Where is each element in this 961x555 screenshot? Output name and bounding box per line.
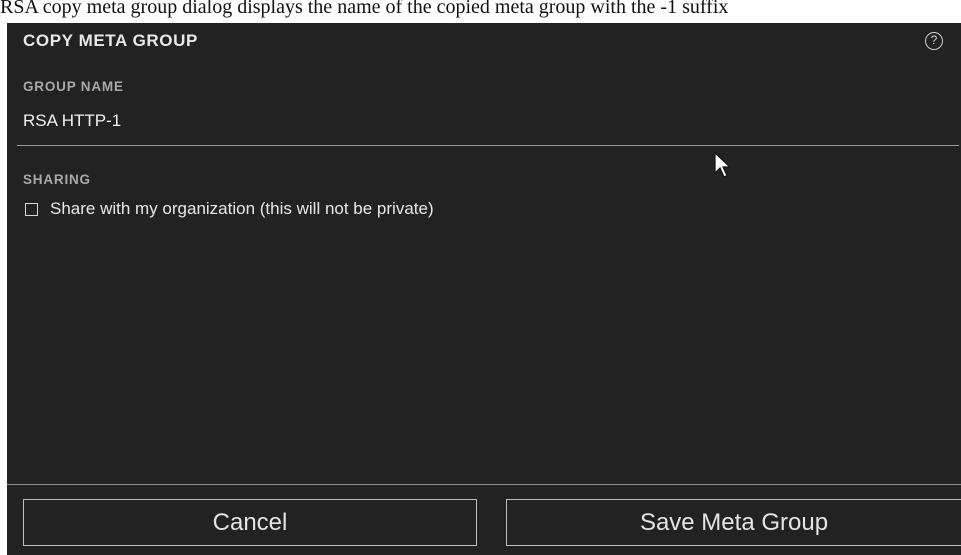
copy-meta-group-dialog: COPY META GROUP ? GROUP NAME SHARING Sha… xyxy=(7,23,961,555)
group-name-input[interactable] xyxy=(17,105,959,146)
help-icon[interactable]: ? xyxy=(925,32,943,50)
dialog-title: COPY META GROUP xyxy=(23,31,198,50)
share-checkbox-label: Share with my organization (this will no… xyxy=(50,199,434,218)
mouse-pointer-icon xyxy=(714,152,732,178)
sharing-label: SHARING xyxy=(23,172,91,187)
cancel-button[interactable]: Cancel xyxy=(23,499,477,546)
group-name-label: GROUP NAME xyxy=(23,79,124,94)
footer-divider xyxy=(7,484,961,485)
figure-caption: RSA copy meta group dialog displays the … xyxy=(0,0,961,23)
save-meta-group-button[interactable]: Save Meta Group xyxy=(506,499,961,546)
share-with-organization-option[interactable]: Share with my organization (this will no… xyxy=(25,199,434,219)
share-checkbox[interactable] xyxy=(25,202,38,216)
